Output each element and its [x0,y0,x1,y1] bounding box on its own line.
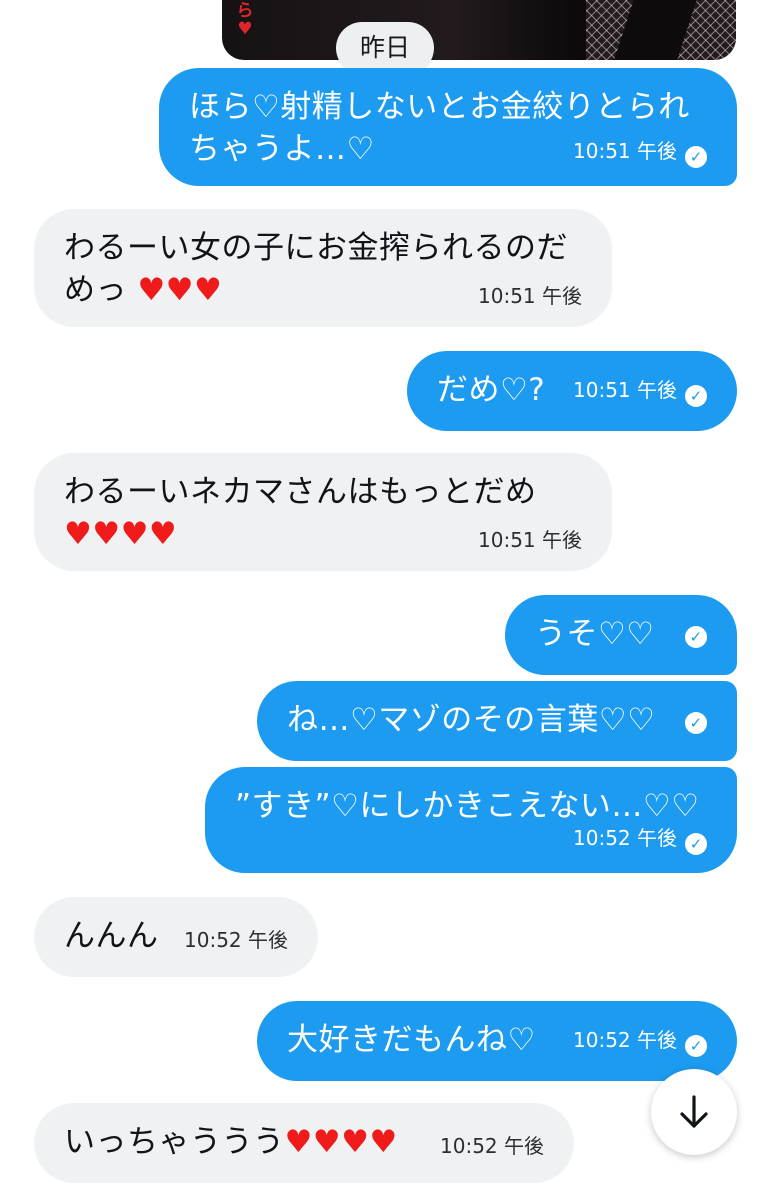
heart-emoji: ♥♥♥ [137,272,223,308]
check-circle-icon: ✓ [685,1035,707,1057]
message-bubble-outgoing[interactable]: だめ♡? 10:51 午後 ✓ [407,351,737,431]
message-bubble-outgoing[interactable]: 大好きだもんね♡ 10:52 午後 ✓ [257,1001,737,1081]
message-text: ね…♡マゾのその言葉♡♡ [287,702,656,738]
message-meta: 10:51 午後 ✓ [573,377,707,407]
message-text: ほら♡射精しないとお金絞りとられ [189,89,690,125]
timestamp: 10:51 午後 [573,139,677,163]
timestamp: 10:51 午後 [573,378,677,402]
message-text: ”すき”♡にしかきこえない…♡♡ [235,788,700,824]
message-meta: 10:52 午後 ✓ [573,1027,707,1057]
timestamp: 10:52 午後 [440,1134,544,1158]
timestamp: 10:51 午後 [478,528,582,552]
message-bubble-outgoing[interactable]: うそ♡♡ ✓ [505,595,737,675]
message-text: めっ [64,272,127,308]
message-text: うそ♡♡ [535,616,655,652]
check-circle-icon: ✓ [685,146,707,168]
message-text: わるーいネカマさんはもっとだめ [64,474,537,510]
check-circle-icon: ✓ [685,626,707,648]
message-bubble-incoming[interactable]: いっちゃううう♥♥♥♥ 10:52 午後 [34,1103,574,1183]
message-bubble-outgoing[interactable]: ね…♡マゾのその言葉♡♡ ✓ [257,681,737,761]
scroll-to-bottom-button[interactable] [651,1069,737,1155]
timestamp: 10:52 午後 [184,928,288,952]
date-separator: 昨日 [336,22,434,74]
message-bubble-incoming[interactable]: わるーい女の子にお金搾られるのだ めっ ♥♥♥ 10:51 午後 [34,209,612,327]
arrow-down-icon [680,1095,708,1128]
check-circle-icon: ✓ [685,712,707,734]
timestamp: 10:51 午後 [478,284,582,308]
message-meta: 10:52 午後 ✓ [573,825,707,855]
message-bubble-incoming[interactable]: わるーいネカマさんはもっとだめ ♥♥♥♥ 10:51 午後 [34,453,612,571]
message-bubble-incoming[interactable]: んんん 10:52 午後 [34,897,318,977]
sticker-graphic: ら ♥ [236,1,254,39]
message-text: んんん [64,918,159,954]
media-attachment[interactable]: ら ♥ [222,0,736,60]
message-text: わるーい女の子にお金搾られるのだ [64,230,568,266]
message-bubble-outgoing[interactable]: ”すき”♡にしかきこえない…♡♡ 10:52 午後 ✓ [205,767,737,873]
message-bubble-outgoing[interactable]: ほら♡射精しないとお金絞りとられ ちゃうよ…♡ 10:51 午後 ✓ [159,68,737,186]
heart-emoji: ♥♥♥♥ [284,1124,398,1160]
timestamp: 10:52 午後 [573,826,677,850]
check-circle-icon: ✓ [685,385,707,407]
timestamp: 10:52 午後 [573,1028,677,1052]
check-circle-icon: ✓ [685,833,707,855]
message-meta: 10:51 午後 ✓ [573,138,707,168]
message-text: いっちゃううう [64,1124,285,1160]
